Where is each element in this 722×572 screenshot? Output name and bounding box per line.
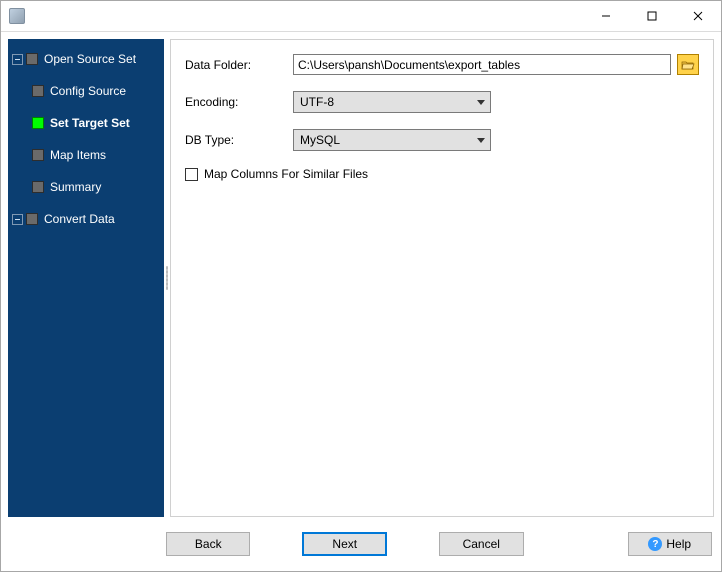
main-panel: Data Folder: Encoding: UTF-8	[170, 39, 714, 517]
encoding-row: Encoding: UTF-8	[185, 91, 699, 113]
folder-open-icon	[681, 59, 695, 71]
map-columns-row: Map Columns For Similar Files	[185, 167, 699, 181]
sidebar-item-open-source-set[interactable]: Open Source Set	[12, 49, 160, 69]
dbtype-row: DB Type: MySQL	[185, 129, 699, 151]
grip-icon	[166, 266, 168, 290]
help-icon: ?	[648, 537, 662, 551]
dbtype-value: MySQL	[294, 133, 472, 147]
step-bullet-icon	[32, 181, 44, 193]
dbtype-select[interactable]: MySQL	[293, 129, 491, 151]
sidebar-item-label: Convert Data	[44, 212, 115, 226]
map-columns-checkbox[interactable]	[185, 168, 198, 181]
close-button[interactable]	[675, 1, 721, 31]
wizard-sidebar: Open Source Set Config Source Set Target…	[8, 39, 164, 517]
sidebar-item-set-target-set[interactable]: Set Target Set	[12, 113, 160, 133]
minimize-button[interactable]	[583, 1, 629, 31]
help-button[interactable]: ? Help	[628, 532, 712, 556]
sidebar-item-label: Open Source Set	[44, 52, 136, 66]
step-bullet-icon	[32, 117, 44, 129]
titlebar	[1, 1, 721, 32]
sidebar-item-label: Set Target Set	[50, 116, 130, 130]
next-button[interactable]: Next	[302, 532, 387, 556]
next-button-label: Next	[332, 537, 357, 551]
step-bullet-icon	[32, 149, 44, 161]
data-folder-label: Data Folder:	[185, 58, 293, 72]
help-button-label: Help	[666, 537, 691, 551]
step-bullet-icon	[26, 53, 38, 65]
sidebar-item-label: Config Source	[50, 84, 126, 98]
chevron-down-icon	[472, 92, 490, 112]
data-folder-input[interactable]	[293, 54, 671, 75]
maximize-button[interactable]	[629, 1, 675, 31]
back-button[interactable]: Back	[166, 532, 250, 556]
sidebar-item-summary[interactable]: Summary	[12, 177, 160, 197]
upper-pane: Open Source Set Config Source Set Target…	[8, 39, 714, 517]
sidebar-item-label: Map Items	[50, 148, 106, 162]
expand-icon[interactable]	[12, 54, 23, 65]
app-icon	[9, 8, 25, 24]
step-bullet-icon	[32, 85, 44, 97]
sidebar-item-label: Summary	[50, 180, 101, 194]
cancel-button-label: Cancel	[463, 537, 500, 551]
encoding-label: Encoding:	[185, 95, 293, 109]
map-columns-label[interactable]: Map Columns For Similar Files	[204, 167, 368, 181]
encoding-value: UTF-8	[294, 95, 472, 109]
app-window: Open Source Set Config Source Set Target…	[0, 0, 722, 572]
browse-folder-button[interactable]	[677, 54, 699, 75]
button-bar: Back Next Cancel ? Help	[8, 524, 714, 564]
sidebar-item-config-source[interactable]: Config Source	[12, 81, 160, 101]
sidebar-item-map-items[interactable]: Map Items	[12, 145, 160, 165]
client-area: Open Source Set Config Source Set Target…	[1, 32, 721, 571]
sidebar-item-convert-data[interactable]: Convert Data	[12, 209, 160, 229]
dbtype-label: DB Type:	[185, 133, 293, 147]
data-folder-row: Data Folder:	[185, 54, 699, 75]
back-button-label: Back	[195, 537, 222, 551]
expand-icon[interactable]	[12, 214, 23, 225]
step-bullet-icon	[26, 213, 38, 225]
chevron-down-icon	[472, 130, 490, 150]
encoding-select[interactable]: UTF-8	[293, 91, 491, 113]
cancel-button[interactable]: Cancel	[439, 532, 523, 556]
